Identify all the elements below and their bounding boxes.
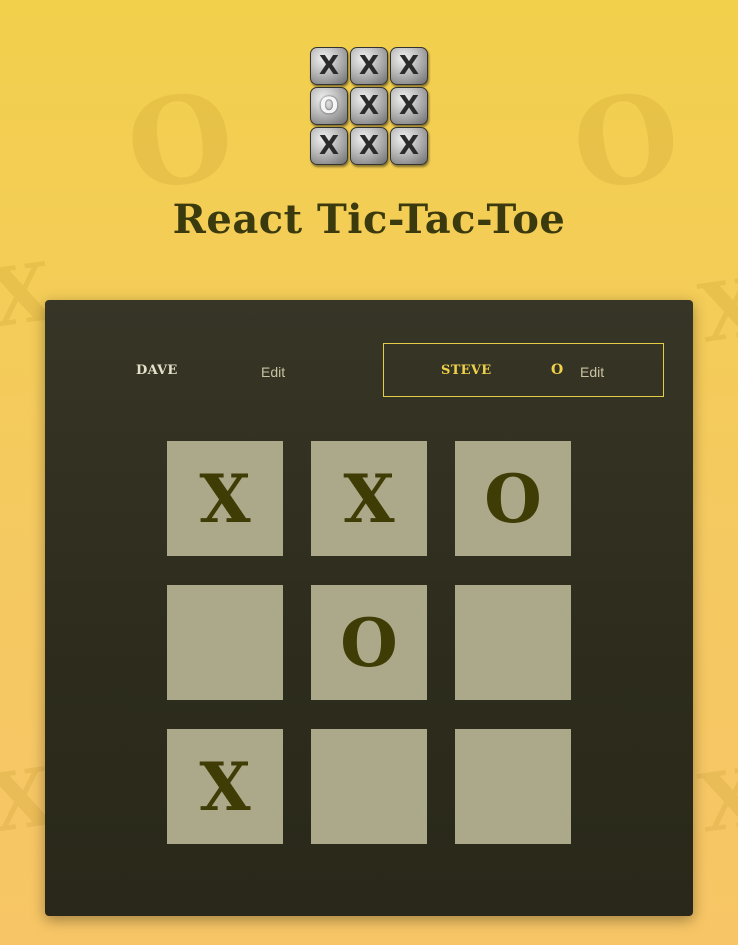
page-title: React Tic-Tac-Toe <box>172 196 566 243</box>
logo-tile-icon: X <box>390 47 428 85</box>
logo-tile-icon: X <box>310 127 348 165</box>
logo: X X X O X X X X X <box>310 47 428 171</box>
board-cell[interactable]: O <box>455 441 571 556</box>
game-container: DAVE Edit STEVE O Edit X X O O X <box>45 300 693 916</box>
logo-tile-icon: X <box>390 127 428 165</box>
player-name: DAVE <box>136 363 178 378</box>
player-name: STEVE <box>441 363 492 378</box>
logo-tile-icon: O <box>310 87 348 125</box>
board-cell[interactable]: X <box>311 441 427 556</box>
board-cell[interactable] <box>167 585 283 700</box>
logo-tile-icon: X <box>310 47 348 85</box>
board-cell[interactable] <box>455 585 571 700</box>
board-cell[interactable]: X <box>167 441 283 556</box>
logo-tile-icon: X <box>350 47 388 85</box>
background-o-glyph: O <box>564 64 688 219</box>
game-board: X X O O X <box>167 441 571 844</box>
logo-tile-icon: X <box>390 87 428 125</box>
board-cell[interactable]: X <box>167 729 283 844</box>
board-cell[interactable] <box>455 729 571 844</box>
player-symbol: O <box>551 362 564 378</box>
background-o-glyph: O <box>118 64 242 219</box>
player-2-active: STEVE O Edit <box>383 343 664 397</box>
background-x-glyph: X <box>693 749 738 851</box>
player-1: DAVE Edit <box>103 343 385 397</box>
background-x-glyph: X <box>693 259 738 361</box>
edit-player-button[interactable]: Edit <box>580 364 604 380</box>
edit-player-button[interactable]: Edit <box>261 364 285 380</box>
board-cell[interactable]: O <box>311 585 427 700</box>
logo-tile-icon: X <box>350 127 388 165</box>
logo-tile-icon: X <box>350 87 388 125</box>
board-cell[interactable] <box>311 729 427 844</box>
